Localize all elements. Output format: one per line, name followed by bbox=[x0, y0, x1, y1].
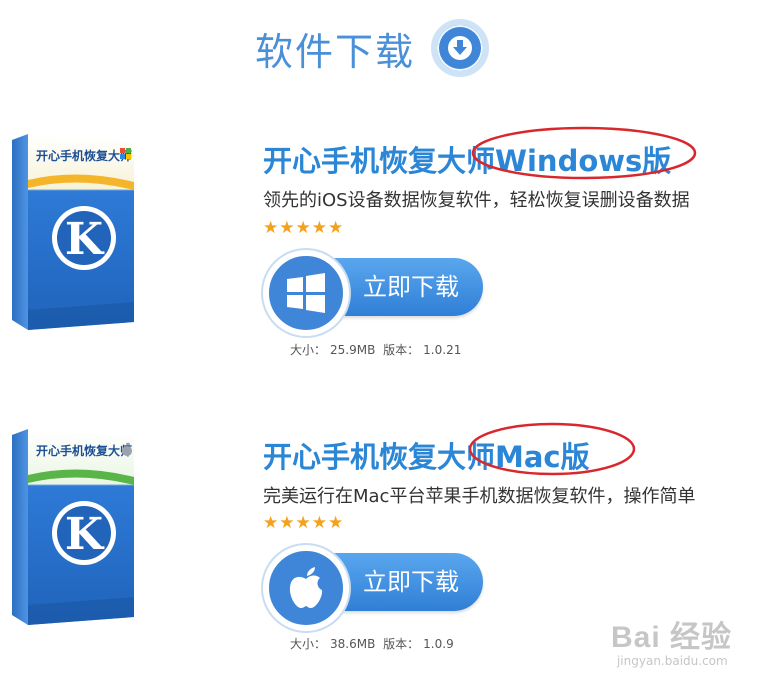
star-rating-windows: ★★★★★ bbox=[263, 218, 345, 238]
size-value: 38.6MB bbox=[330, 637, 376, 651]
version-value: 1.0.21 bbox=[423, 343, 462, 357]
file-meta-mac: 大小： 38.6MB 版本： 1.0.9 bbox=[290, 635, 458, 652]
size-value: 25.9MB bbox=[330, 343, 376, 357]
watermark-main-text: Bai 经验 bbox=[610, 621, 732, 654]
size-label: 大小： bbox=[290, 343, 327, 357]
section-title: 软件下载 bbox=[255, 29, 416, 74]
baidu-jingyan-watermark: Bai 经验 jingyan.baidu.com bbox=[611, 612, 732, 668]
box-brand-text: 开心手机恢复大师 bbox=[36, 443, 132, 458]
version-label: 版本： bbox=[383, 343, 420, 357]
download-button-label: 立即下载 bbox=[363, 273, 459, 301]
download-button-label: 立即下载 bbox=[363, 568, 459, 596]
section-header: 软件下载 bbox=[255, 18, 490, 78]
file-meta-windows: 大小： 25.9MB 版本： 1.0.21 bbox=[290, 341, 465, 358]
version-value: 1.0.9 bbox=[423, 637, 454, 651]
product-box-windows: 开心手机恢复大师 K bbox=[12, 134, 134, 330]
star-rating-mac: ★★★★★ bbox=[263, 513, 345, 533]
product-description-windows: 领先的iOS设备数据恢复软件，轻松恢复误删设备数据 bbox=[263, 190, 690, 211]
product-description-mac: 完美运行在Mac平台苹果手机数据恢复软件，操作简单 bbox=[263, 486, 696, 507]
box-k-logo: K bbox=[65, 509, 105, 560]
size-label: 大小： bbox=[290, 637, 327, 651]
product-box-mac: 开心手机恢复大师 K bbox=[12, 429, 134, 625]
product-title-windows[interactable]: 开心手机恢复大师Windows版 bbox=[263, 138, 671, 180]
apple-logo-icon bbox=[263, 545, 349, 631]
download-button-mac[interactable]: 立即下载 bbox=[263, 545, 485, 631]
box-k-logo: K bbox=[65, 214, 105, 265]
product-title-mac[interactable]: 开心手机恢复大师Mac版 bbox=[263, 434, 590, 476]
version-label: 版本： bbox=[383, 637, 420, 651]
windows-logo-icon bbox=[263, 250, 349, 336]
download-circle-icon bbox=[431, 19, 490, 77]
watermark-url-text: jingyan.baidu.com bbox=[616, 654, 728, 668]
box-brand-text: 开心手机恢复大师 bbox=[36, 148, 132, 163]
download-button-windows[interactable]: 立即下载 bbox=[263, 250, 485, 336]
